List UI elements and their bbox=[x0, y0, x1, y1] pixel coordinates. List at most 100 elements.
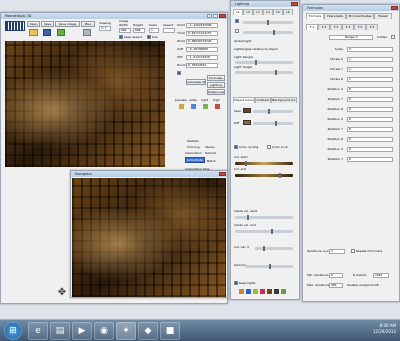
use-checkbox[interactable] bbox=[147, 35, 151, 39]
zoom-input[interactable]: 0.78224563 bbox=[186, 63, 218, 68]
preset-5-icon[interactable] bbox=[267, 289, 272, 294]
tab-3d-coordinates[interactable]: 3D Coordinates bbox=[346, 13, 374, 19]
close-button[interactable] bbox=[219, 14, 226, 18]
navigation-arrows-icon[interactable]: ✥ bbox=[55, 285, 69, 299]
tab-f6[interactable]: F 6 bbox=[366, 24, 378, 30]
gamma-slider[interactable] bbox=[245, 264, 293, 269]
keep-lights-checkbox[interactable] bbox=[234, 281, 238, 285]
taskbar-app2-icon[interactable]: ■ bbox=[160, 322, 180, 340]
tab-f1[interactable]: F 1 bbox=[306, 24, 318, 30]
start-button[interactable]: ⊞ bbox=[4, 322, 22, 340]
param-input[interactable]: 3 bbox=[347, 47, 393, 52]
open-button[interactable]: Open bbox=[27, 21, 40, 27]
light-intensity-slider[interactable] bbox=[243, 20, 293, 25]
calculation-link[interactable]: Calculation bbox=[185, 151, 202, 155]
param-input[interactable]: 0 bbox=[347, 157, 393, 162]
spec-checkbox[interactable] bbox=[235, 29, 239, 33]
diff-color-swatch[interactable] bbox=[243, 120, 251, 125]
preset-2-icon[interactable] bbox=[246, 289, 251, 294]
taskbar-explorer-icon[interactable]: ▤ bbox=[50, 322, 70, 340]
param-input[interactable]: 0 bbox=[347, 147, 393, 152]
statistic-link[interactable]: Statistic bbox=[187, 139, 199, 143]
tab-object-colors[interactable]: Object colors bbox=[233, 97, 255, 103]
minimize-button[interactable] bbox=[207, 14, 212, 18]
diff-slider[interactable] bbox=[253, 121, 293, 126]
xmid-input[interactable]: -1.4462432998 bbox=[186, 23, 218, 28]
lighting-button[interactable]: Lighting bbox=[207, 82, 225, 88]
repeat-checkbox[interactable] bbox=[351, 249, 355, 253]
color-var-slider[interactable] bbox=[255, 246, 293, 251]
tab-l6[interactable]: L6 bbox=[283, 9, 293, 15]
tab-l1[interactable]: L1 bbox=[233, 9, 243, 15]
maximize-button[interactable] bbox=[213, 14, 218, 18]
rstop-input[interactable]: 1024 bbox=[373, 273, 389, 278]
folder-open-icon[interactable] bbox=[29, 29, 38, 36]
param-input[interactable]: 1 bbox=[347, 77, 393, 82]
light-yangle-slider[interactable] bbox=[235, 70, 293, 75]
color-on-z-checkbox[interactable] bbox=[267, 145, 271, 149]
render-viewport[interactable] bbox=[5, 41, 165, 167]
high-icon[interactable] bbox=[215, 104, 220, 109]
tab-f2[interactable]: F 2 bbox=[318, 24, 330, 30]
light-xangle-slider[interactable] bbox=[235, 60, 293, 65]
clock-date[interactable]: 12/29/2012 bbox=[340, 329, 396, 335]
lighting-close-button[interactable] bbox=[291, 2, 298, 6]
param-input[interactable]: 0 bbox=[347, 137, 393, 142]
param-input[interactable]: 1 bbox=[347, 67, 393, 72]
disk-save-icon[interactable] bbox=[43, 29, 51, 36]
col-start-slider[interactable] bbox=[235, 161, 293, 166]
save-image-button[interactable]: Save image bbox=[55, 21, 80, 27]
tab-f3[interactable]: F 3 bbox=[330, 24, 342, 30]
tab-l3[interactable]: L3 bbox=[253, 9, 263, 15]
preset-7-icon[interactable] bbox=[281, 289, 286, 294]
taskbar-mandelbulb-icon[interactable]: ✦ bbox=[116, 322, 136, 340]
stereo-link[interactable]: Stereo bbox=[205, 145, 215, 149]
save-button[interactable]: Save bbox=[41, 21, 54, 27]
tab-ambient[interactable]: Ambient bbox=[255, 97, 271, 103]
spec-width-slider[interactable] bbox=[243, 30, 293, 35]
tools-icon[interactable] bbox=[83, 29, 91, 36]
col-end-slider[interactable] bbox=[235, 173, 293, 178]
spec-slider[interactable] bbox=[253, 109, 293, 114]
navigator-close-button[interactable] bbox=[219, 172, 226, 176]
iterations-input[interactable]: 1 bbox=[329, 249, 345, 254]
spec-color-swatch[interactable] bbox=[243, 108, 251, 113]
preset-1-icon[interactable] bbox=[239, 289, 244, 294]
xoff-input[interactable]: -0.28700000 bbox=[186, 47, 218, 52]
min-iterations-input[interactable]: 0 bbox=[329, 273, 343, 278]
light-on-checkbox[interactable] bbox=[235, 19, 239, 23]
tab-background-pic[interactable]: Background pic bbox=[271, 97, 297, 103]
aspect-input[interactable] bbox=[163, 28, 175, 33]
right-icon[interactable] bbox=[203, 104, 208, 109]
hidden-checkbox[interactable] bbox=[391, 35, 395, 39]
tab-f5[interactable]: F 5 bbox=[354, 24, 366, 30]
taskbar-media-icon[interactable]: ▶ bbox=[72, 322, 92, 340]
taskbar-firefox-icon[interactable]: ◉ bbox=[94, 322, 114, 340]
postprocess-button[interactable]: Postprocess bbox=[207, 89, 225, 95]
tab-interpolate[interactable]: Interpolate bbox=[324, 13, 346, 19]
taskbar-ie-icon[interactable]: e bbox=[28, 322, 48, 340]
param-input[interactable]: 1 bbox=[347, 57, 393, 62]
julia-mode-button[interactable]: Julia Mode bbox=[185, 157, 205, 163]
formulas-button[interactable]: Formulas bbox=[207, 75, 225, 81]
viewing-select[interactable]: 1:1 bbox=[99, 26, 111, 31]
coloring-link[interactable]: Coloring bbox=[187, 145, 199, 149]
tab-l5[interactable]: L5 bbox=[273, 9, 283, 15]
batch-link[interactable]: Batch bbox=[207, 159, 216, 163]
param-input[interactable]: 0 bbox=[347, 87, 393, 92]
ymid-input[interactable]: 0.09711613153 bbox=[186, 31, 218, 36]
tab-l2[interactable]: L2 bbox=[243, 9, 253, 15]
preview-icon[interactable] bbox=[179, 104, 184, 109]
max-iterations-input[interactable]: 300 bbox=[329, 283, 343, 288]
preset-4-icon[interactable] bbox=[260, 289, 265, 294]
tab-formula[interactable]: Formula bbox=[306, 13, 324, 19]
keep-aspect-checkbox[interactable] bbox=[119, 35, 123, 39]
param-input[interactable]: 0 bbox=[347, 97, 393, 102]
preset-3-icon[interactable] bbox=[253, 289, 258, 294]
video-icon[interactable] bbox=[191, 104, 196, 109]
height-input[interactable]: 600 bbox=[133, 28, 145, 33]
color-cycling-checkbox[interactable] bbox=[234, 145, 238, 149]
misc-button[interactable]: Misc bbox=[81, 21, 95, 27]
tutorial-link[interactable]: Tutorial bbox=[205, 151, 216, 155]
tab-f4[interactable]: F 4 bbox=[342, 24, 354, 30]
